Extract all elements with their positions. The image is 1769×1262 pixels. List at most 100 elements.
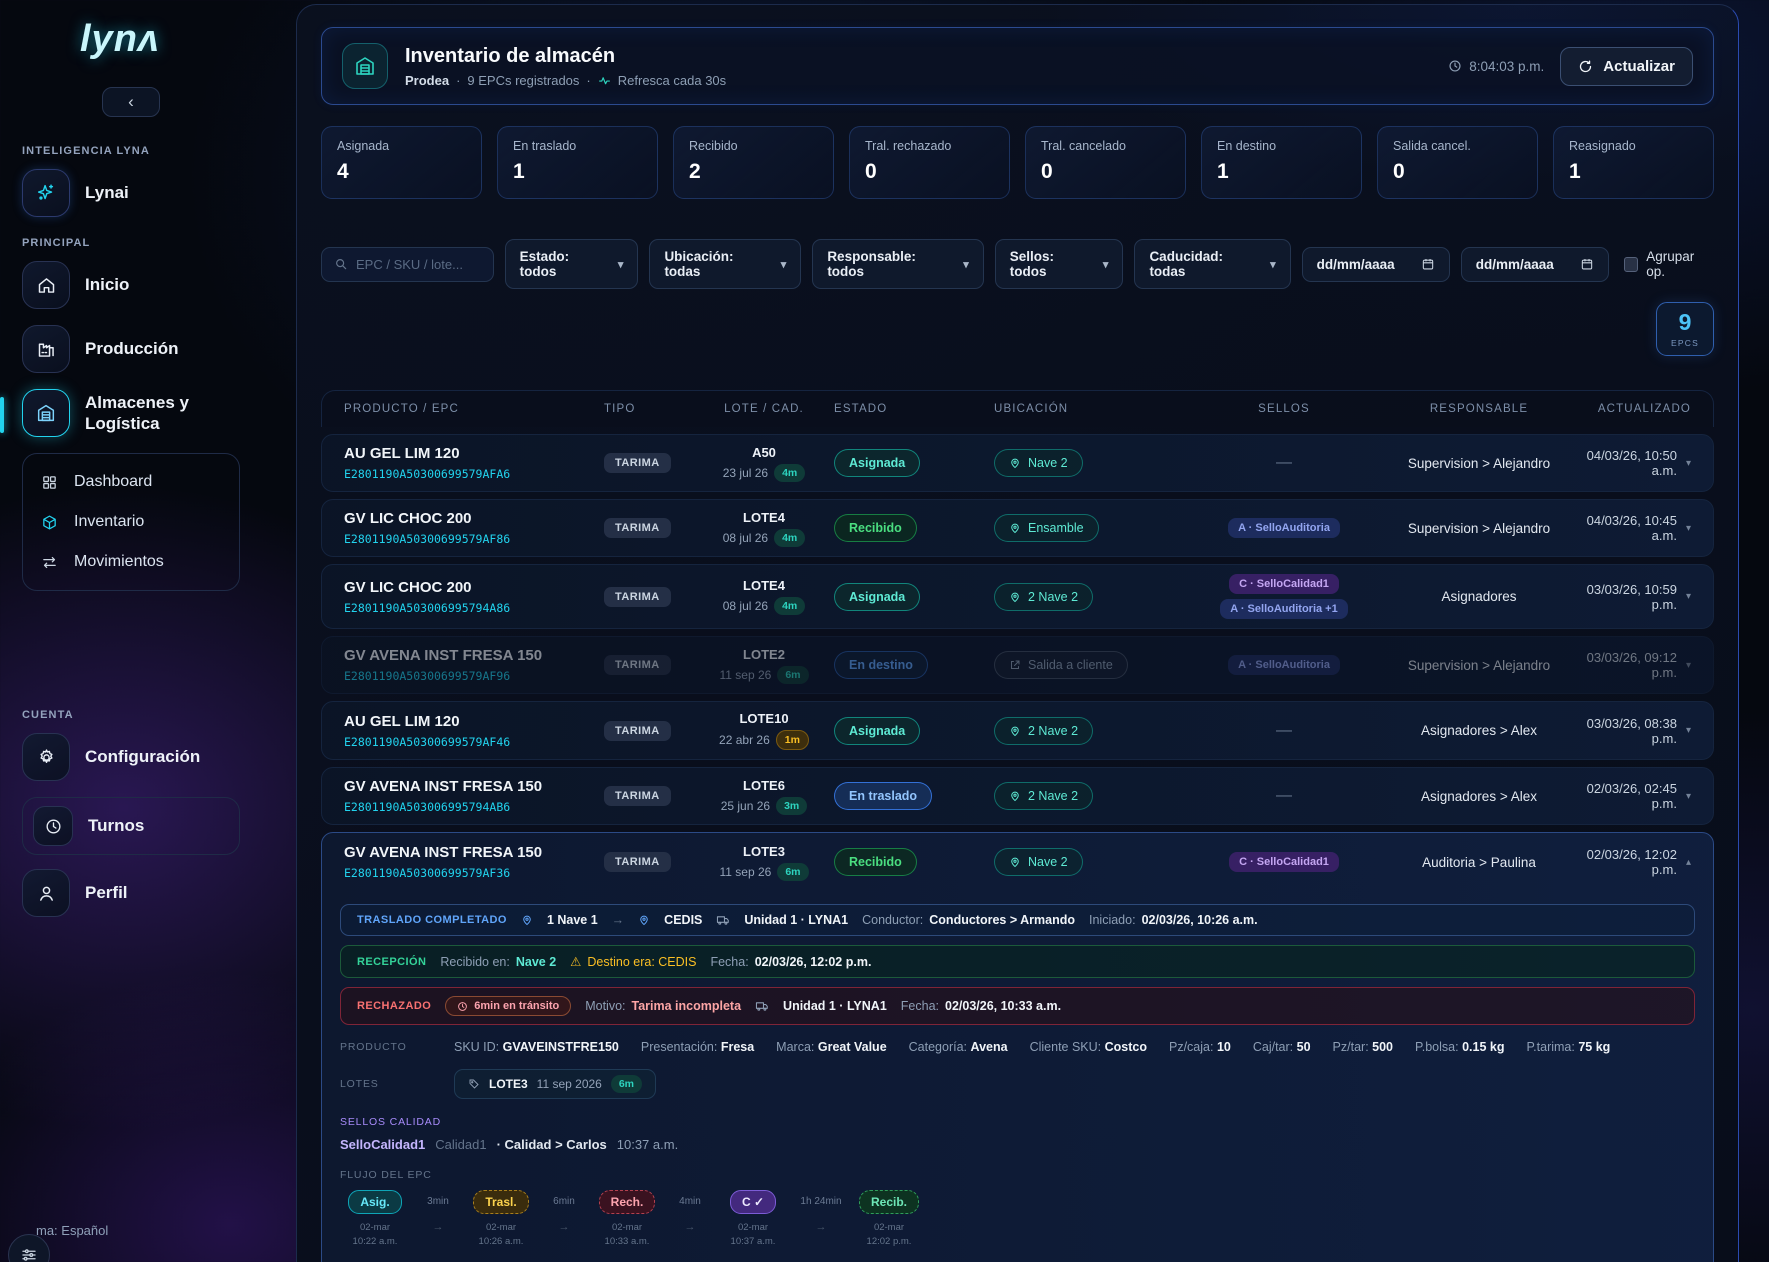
table-row[interactable]: AU GEL LIM 120E2801190A50300699579AFA6 T…	[321, 434, 1714, 492]
page-header: Inventario de almacén Prodea · 9 EPCs re…	[321, 27, 1714, 105]
stat-card-en-destino[interactable]: En destino1	[1201, 126, 1362, 199]
chevron-down-icon[interactable]: ▾	[1686, 791, 1691, 802]
stat-card-tral-cancelado[interactable]: Tral. cancelado0	[1025, 126, 1186, 199]
col-estado[interactable]: ESTADO	[834, 403, 984, 415]
table-row[interactable]: GV AVENA INST FRESA 150E2801190A50300699…	[321, 636, 1714, 694]
transit-time-pill: 6min en tránsito	[445, 996, 571, 1016]
refresh-button[interactable]: Actualizar	[1560, 47, 1693, 86]
external-link-icon	[1009, 659, 1021, 671]
filter-sellos[interactable]: Sellos: todos▾	[995, 239, 1124, 289]
recepcion-event-bar: RECEPCIÓN Recibido en: Nave 2 ⚠ Destino …	[340, 945, 1695, 978]
date-from-input[interactable]: dd/mm/aaaa	[1302, 247, 1450, 282]
sidebar-collapse-button[interactable]: ‹	[102, 87, 160, 117]
search-box[interactable]	[321, 247, 494, 282]
status-badge: En destino	[834, 651, 928, 679]
sidebar-item-perfil[interactable]: Perfil	[22, 869, 240, 917]
search-input[interactable]	[356, 257, 476, 272]
flow-gap: 1h 24min→	[788, 1190, 854, 1233]
sparkle-icon	[22, 169, 70, 217]
filter-estado[interactable]: Estado: todos▾	[505, 239, 639, 289]
filter-caducidad[interactable]: Caducidad: todas▾	[1134, 239, 1290, 289]
col-lote[interactable]: LOTE / CAD.	[704, 403, 824, 415]
caducidad-badge: 4m	[774, 529, 805, 547]
arrow-icon: →	[559, 1221, 570, 1233]
chevron-down-icon: ▾	[781, 258, 787, 271]
warehouse-icon	[342, 43, 388, 89]
chevron-down-icon[interactable]: ▾	[1686, 591, 1691, 602]
col-sellos[interactable]: SELLOS	[1194, 403, 1374, 415]
sidebar-item-label: Almacenes y Logística	[85, 392, 189, 435]
date-to-input[interactable]: dd/mm/aaaa	[1461, 247, 1609, 282]
col-responsable[interactable]: RESPONSABLE	[1384, 403, 1574, 415]
flow-step: Recib. 02-mar12:02 p.m.	[854, 1190, 924, 1250]
refresh-note: Refresca cada 30s	[618, 73, 726, 88]
person-icon	[22, 869, 70, 917]
sidebar-item-turnos[interactable]: Turnos	[33, 806, 229, 846]
stat-card-asignada[interactable]: Asignada4	[321, 126, 482, 199]
tipo-badge: TARIMA	[604, 655, 671, 675]
table-row[interactable]: GV LIC CHOC 200E2801190A50300699579AF86 …	[321, 499, 1714, 557]
status-badge: Asignada	[834, 717, 920, 745]
sidebar-item-almacenes[interactable]: Almacenes y Logística	[22, 389, 240, 437]
responsable-cell: Supervision > Alejandro	[1384, 521, 1574, 536]
sidebar-item-produccion[interactable]: Producción	[22, 325, 240, 373]
sello-badge: C · SelloCalidad1	[1229, 574, 1339, 594]
sidebar-subitem-inventario[interactable]: Inventario	[27, 502, 235, 542]
stat-card-tral-rechazado[interactable]: Tral. rechazado0	[849, 126, 1010, 199]
sidebar-subitem-dashboard[interactable]: Dashboard	[27, 462, 235, 502]
pin-icon	[638, 914, 650, 926]
calendar-icon	[1421, 257, 1435, 271]
tipo-badge: TARIMA	[604, 518, 671, 538]
chevron-up-icon[interactable]: ▴	[1686, 857, 1691, 868]
location-pill: 2 Nave 2	[994, 583, 1093, 611]
location-pill: Ensamble	[994, 514, 1099, 542]
chevron-down-icon[interactable]: ▾	[1686, 660, 1691, 671]
updated-cell: 03/03/26, 09:12 p.m.▾	[1584, 650, 1691, 680]
lote-pill: LOTE3 11 sep 2026 6m	[454, 1069, 656, 1099]
chevron-down-icon[interactable]: ▾	[1686, 725, 1691, 736]
col-ubicacion[interactable]: UBICACIÓN	[994, 403, 1184, 415]
stat-card-salida-cancel[interactable]: Salida cancel.0	[1377, 126, 1538, 199]
tag-icon	[468, 1078, 480, 1090]
chevron-down-icon[interactable]: ▾	[1686, 458, 1691, 469]
language-label: ma: Español	[36, 1223, 108, 1238]
sidebar-item-lynai[interactable]: Lynai	[22, 169, 240, 217]
sidebar-item-configuracion[interactable]: Configuración	[22, 733, 240, 781]
status-badge: Asignada	[834, 449, 920, 477]
table-row[interactable]: GV AVENA INST FRESA 150E2801190A50300699…	[321, 767, 1714, 825]
status-badge: Recibido	[834, 848, 917, 876]
table-row[interactable]: AU GEL LIM 120E2801190A50300699579AF46 T…	[321, 701, 1714, 760]
flow-gap: 3min→	[410, 1190, 466, 1233]
epc-flow-timeline: Asig. 02-mar10:22 a.m. 3min→ Trasl. 02-m…	[340, 1190, 1695, 1250]
chevron-down-icon[interactable]: ▾	[1686, 523, 1691, 534]
table-header: PRODUCTO / EPC TIPO LOTE / CAD. ESTADO U…	[321, 390, 1714, 427]
table-row[interactable]: GV AVENA INST FRESA 150E2801190A50300699…	[322, 833, 1713, 891]
truck-icon	[755, 999, 769, 1013]
col-producto[interactable]: PRODUCTO / EPC	[344, 403, 594, 415]
tipo-badge: TARIMA	[604, 721, 671, 741]
activity-icon	[598, 74, 611, 87]
col-tipo[interactable]: TIPO	[604, 403, 694, 415]
filter-bar: Estado: todos▾ Ubicación: todas▾ Respons…	[321, 239, 1714, 289]
app-logo: lynʌ	[80, 18, 240, 61]
tipo-badge: TARIMA	[604, 852, 671, 872]
chevron-left-icon: ‹	[128, 92, 134, 112]
sidebar-item-inicio[interactable]: Inicio	[22, 261, 240, 309]
stat-card-reasignado[interactable]: Reasignado1	[1553, 126, 1714, 199]
filter-responsable[interactable]: Responsable: todos▾	[812, 239, 983, 289]
caducidad-badge: 4m	[774, 597, 805, 615]
stat-card-en-traslado[interactable]: En traslado1	[497, 126, 658, 199]
stat-card-recibido[interactable]: Recibido2	[673, 126, 834, 199]
group-ops-checkbox[interactable]: Agrupar op.	[1624, 249, 1714, 279]
org-name: Prodea	[405, 73, 449, 88]
arrow-icon: →	[685, 1221, 696, 1233]
section-label-principal: PRINCIPAL	[22, 237, 240, 249]
caducidad-badge: 6m	[611, 1075, 642, 1093]
sliders-button[interactable]	[8, 1234, 50, 1262]
location-pill: 2 Nave 2	[994, 782, 1093, 810]
sidebar-subitem-movimientos[interactable]: Movimientos	[27, 542, 235, 582]
sidebar: lynʌ ‹ INTELIGENCIA LYNA Lynai PRINCIPAL…	[0, 0, 262, 1262]
col-actualizado[interactable]: ACTUALIZADO	[1584, 403, 1691, 415]
filter-ubicacion[interactable]: Ubicación: todas▾	[649, 239, 801, 289]
table-row[interactable]: GV LIC CHOC 200E2801190A503006995794A86 …	[321, 564, 1714, 629]
